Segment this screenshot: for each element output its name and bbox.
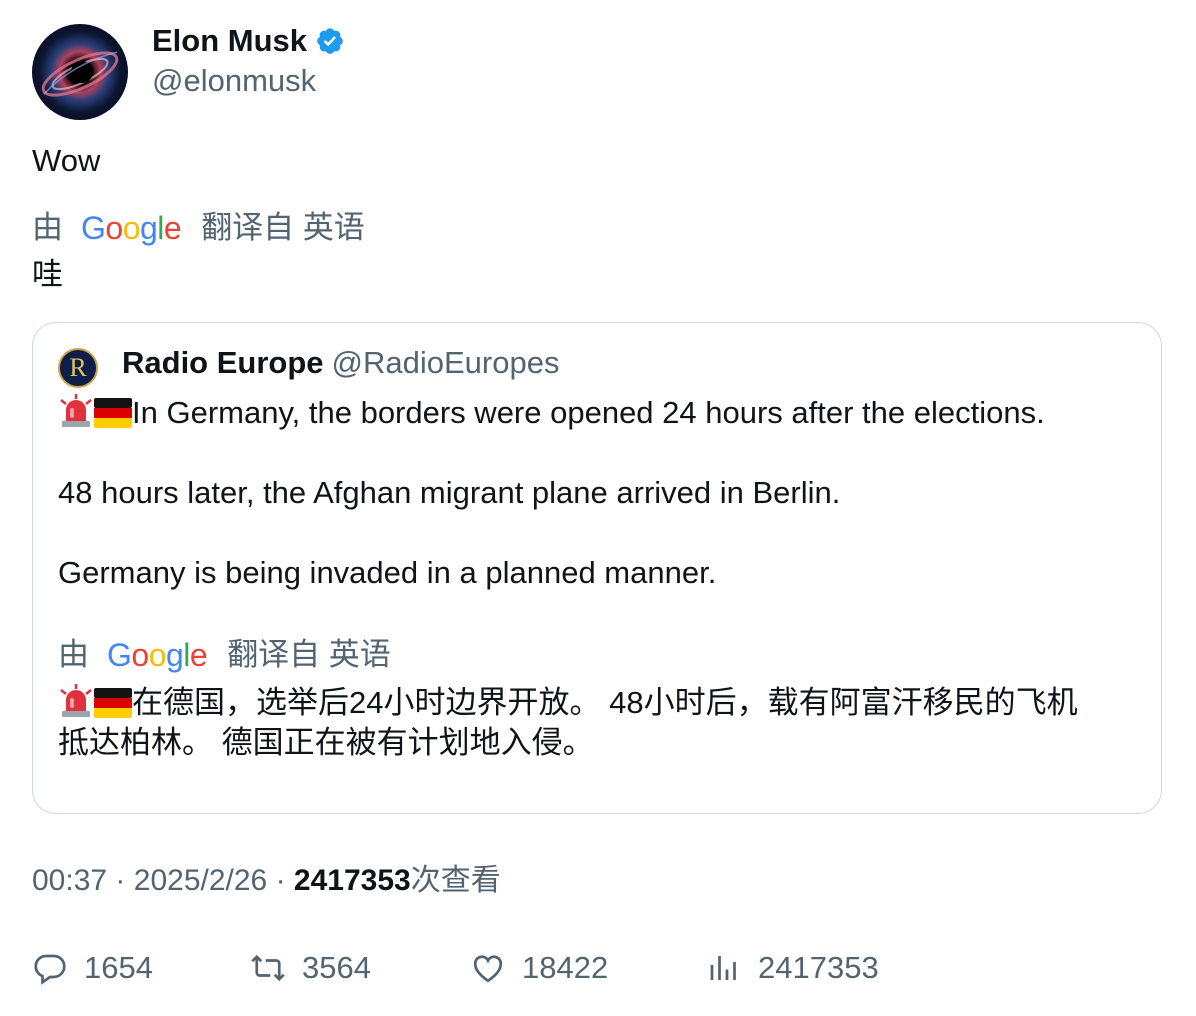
google-logo-icon: Google — [81, 210, 182, 246]
quote-translation-suffix[interactable]: 翻译自 英语 — [227, 635, 391, 675]
translation-attribution: 由 Google 翻译自 英语 — [32, 208, 365, 248]
meta-separator: · — [115, 864, 126, 897]
quote-line-1: In Germany, the borders were opened 24 h… — [58, 393, 1128, 433]
retweet-count: 3564 — [302, 950, 371, 985]
like-count: 18422 — [522, 950, 609, 985]
tweet-meta: 00:37 · 2025/2/26 · 2417353次查看 — [32, 862, 501, 900]
retweet-icon — [251, 954, 285, 982]
quote-author-handle[interactable]: @RadioEuropes — [332, 345, 560, 380]
google-logo-icon: Google — [107, 637, 208, 673]
like-button[interactable]: 18422 — [470, 948, 608, 988]
reply-count: 1654 — [84, 950, 153, 985]
meta-separator: · — [275, 864, 286, 897]
quote-translation-attribution: 由 Google 翻译自 英语 — [58, 635, 391, 675]
translation-prefix: 由 — [32, 210, 63, 245]
views-label: 次查看 — [410, 864, 501, 897]
quote-translation-prefix: 由 — [58, 637, 89, 672]
translated-text: 哇 — [32, 257, 63, 292]
quote-translated-text-1: 在德国，选举后24小时边界开放。 48小时后，载有阿富汗移民的飞机 — [132, 685, 1078, 720]
quote-translated-body: 在德国，选举后24小时边界开放。 48小时后，载有阿富汗移民的飞机 抵达柏林。 … — [58, 683, 1128, 763]
police-light-icon — [60, 394, 92, 427]
analytics-icon — [710, 956, 736, 980]
reply-button[interactable]: 1654 — [32, 948, 153, 988]
reply-icon — [34, 954, 66, 985]
german-flag-icon — [94, 688, 132, 718]
retweet-button[interactable]: 3564 — [250, 948, 371, 988]
quote-text-line-3: Germany is being invaded in a planned ma… — [58, 555, 717, 590]
author-name[interactable]: Elon Musk — [152, 22, 307, 60]
tweet-time[interactable]: 00:37 — [32, 864, 107, 897]
author-avatar[interactable] — [32, 24, 128, 120]
views-button[interactable]: 2417353 — [706, 948, 879, 988]
quote-translated-text-2: 抵达柏林。 德国正在被有计划地入侵。 — [58, 725, 594, 760]
quote-text-line-1: In Germany, the borders were opened 24 h… — [132, 395, 1045, 430]
police-light-icon — [60, 684, 92, 717]
tweet-date[interactable]: 2025/2/26 — [134, 864, 267, 897]
heart-icon — [473, 955, 503, 983]
quote-translated-line-1: 在德国，选举后24小时边界开放。 48小时后，载有阿富汗移民的飞机 — [58, 683, 1128, 723]
tweet-text: Wow — [32, 143, 101, 178]
german-flag-icon — [94, 398, 132, 428]
author-handle[interactable]: @elonmusk — [152, 62, 316, 100]
verified-badge-icon — [317, 28, 343, 54]
quote-header: Radio Europe @RadioEuropes — [122, 343, 559, 383]
quote-avatar[interactable]: R — [58, 348, 98, 388]
quote-tweet-card[interactable]: R Radio Europe @RadioEuropes In Germany, … — [32, 322, 1162, 814]
translation-suffix[interactable]: 翻译自 英语 — [201, 208, 365, 248]
views-action-count: 2417353 — [758, 950, 879, 985]
quote-author-name[interactable]: Radio Europe — [122, 345, 324, 380]
quote-body: In Germany, the borders were opened 24 h… — [58, 393, 1128, 593]
quote-text-line-2: 48 hours later, the Afghan migrant plane… — [58, 475, 841, 510]
views-count: 2417353 — [293, 864, 411, 897]
